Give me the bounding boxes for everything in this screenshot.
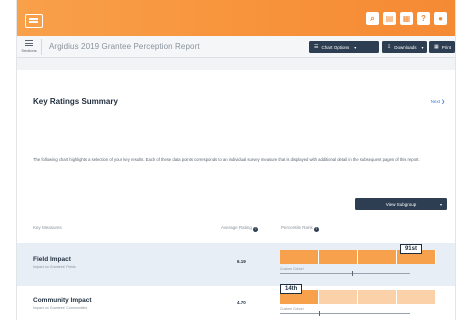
percentile-segment bbox=[319, 290, 358, 304]
page-title: Key Ratings Summary bbox=[33, 97, 118, 106]
view-subgroup-dropdown[interactable]: View Subgroup ▾ bbox=[355, 198, 447, 210]
help-icon[interactable]: ? bbox=[313, 226, 319, 232]
chevron-down-icon: ▾ bbox=[354, 44, 357, 50]
printer-icon: ▦ bbox=[434, 44, 439, 50]
column-header-percentile-rank: Percentile Rank? bbox=[281, 225, 319, 232]
chart-options-label: Chart Options bbox=[321, 44, 350, 50]
sections-label: Sections bbox=[21, 48, 37, 53]
percentile-label: 14th bbox=[280, 284, 303, 294]
measure-subtitle: Impact on Grantees' Fields bbox=[33, 265, 76, 269]
report-window: ⌕ ▤ ▦ ? ● Sections Argidius 2019 Grantee… bbox=[16, 0, 456, 320]
cohort-track bbox=[280, 271, 410, 276]
percentile-bar: 14th bbox=[280, 284, 436, 304]
help-icon[interactable]: ? bbox=[417, 12, 430, 25]
column-header-average-rating: Average Rating? bbox=[221, 225, 258, 232]
hamburger-icon bbox=[25, 40, 33, 46]
report-header: Sections Argidius 2019 Grantee Perceptio… bbox=[17, 36, 455, 58]
percentile-segment bbox=[358, 250, 397, 264]
cohort-marker bbox=[319, 311, 320, 316]
average-rating-label: Average Rating bbox=[221, 225, 252, 230]
sliders-icon: ☰ bbox=[314, 44, 319, 50]
chevron-down-icon: ▾ bbox=[421, 44, 424, 50]
sections-menu-button[interactable]: Sections bbox=[19, 40, 39, 53]
browser-frame: ⌕ ▤ ▦ ? ● Sections Argidius 2019 Grantee… bbox=[0, 0, 467, 320]
print-label: Print bbox=[441, 44, 451, 50]
report-title: Argidius 2019 Grantee Perception Report bbox=[49, 42, 200, 51]
top-bar: ⌕ ▤ ▦ ? ● bbox=[17, 0, 455, 36]
percentile-label: 91st bbox=[399, 244, 422, 254]
user-icon[interactable]: ● bbox=[434, 12, 447, 25]
percentile-segment bbox=[397, 290, 436, 304]
report-page: Key Ratings Summary Next ❯ The following… bbox=[17, 70, 455, 320]
cohort-label: Custom Cohort bbox=[280, 307, 304, 311]
percentile-bar: 91st bbox=[280, 244, 436, 264]
key-measures-label: Key Measures bbox=[33, 225, 62, 230]
measure-subtitle: Impact on Grantees' Communities bbox=[33, 306, 88, 310]
downloads-label: Downloads bbox=[394, 44, 417, 50]
percentile-segment bbox=[319, 250, 358, 264]
chevron-down-icon: ▾ bbox=[439, 201, 442, 207]
document-icon[interactable]: ▤ bbox=[383, 12, 396, 25]
table-row: Community Impact Impact on Grantees' Com… bbox=[17, 284, 455, 320]
average-rating-value: 6.19 bbox=[237, 259, 246, 264]
cohort-label: Custom Cohort bbox=[280, 267, 304, 271]
header-divider bbox=[41, 39, 42, 55]
average-rating-value: 4.70 bbox=[237, 300, 246, 305]
logo-grid-icon[interactable] bbox=[25, 14, 43, 28]
print-button[interactable]: ▦ Print bbox=[429, 41, 455, 53]
percentile-segment bbox=[280, 250, 319, 264]
top-toolbar: ⌕ ▤ ▦ ? ● bbox=[366, 12, 447, 25]
help-icon[interactable]: ? bbox=[252, 226, 258, 232]
print-icon[interactable]: ▦ bbox=[400, 12, 413, 25]
cohort-marker bbox=[351, 271, 353, 276]
view-subgroup-label: View Subgroup bbox=[385, 201, 417, 207]
percentile-rank-label: Percentile Rank bbox=[281, 225, 313, 230]
next-link[interactable]: Next ❯ bbox=[431, 99, 445, 105]
percentile-segment bbox=[358, 290, 397, 304]
downloads-button[interactable]: ⇩ Downloads ▾ bbox=[382, 41, 427, 53]
chart-options-button[interactable]: ☰ Chart Options ▾ bbox=[309, 41, 379, 53]
measure-name: Field Impact bbox=[33, 256, 71, 263]
cohort-track bbox=[280, 311, 410, 316]
download-icon: ⇩ bbox=[387, 44, 392, 50]
intro-text: The following chart highlights a selecti… bbox=[33, 157, 420, 162]
search-icon[interactable]: ⌕ bbox=[366, 12, 379, 25]
table-row: Field Impact Impact on Grantees' Fields … bbox=[17, 243, 455, 286]
column-header-key-measures: Key Measures bbox=[33, 225, 62, 230]
measure-name: Community Impact bbox=[33, 297, 92, 304]
